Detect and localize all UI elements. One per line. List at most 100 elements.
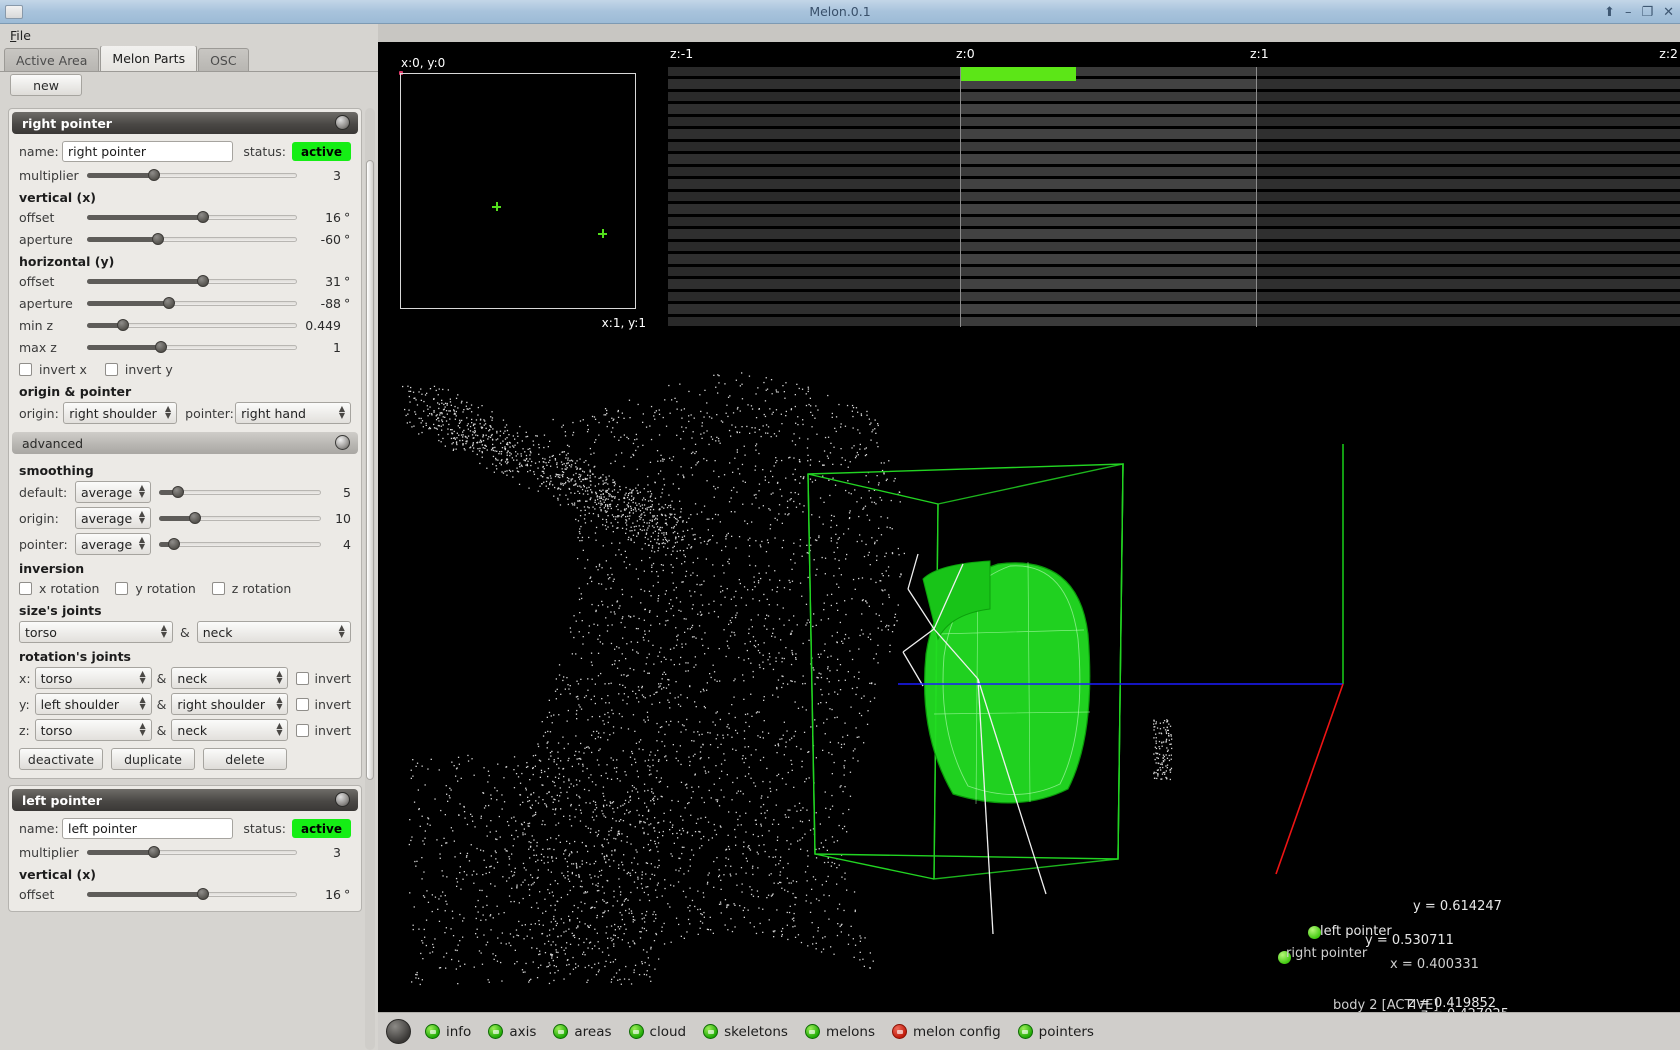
new-button[interactable]: new xyxy=(10,74,82,96)
smoothing-origin-slider[interactable] xyxy=(159,511,321,525)
spinner-arrows-icon[interactable]: ▲ ▼ xyxy=(276,722,282,737)
spinner-arrows-icon[interactable]: ▲ ▼ xyxy=(139,510,145,525)
close-icon[interactable]: ✕ xyxy=(1663,6,1674,19)
duplicate-button[interactable]: duplicate xyxy=(111,748,195,770)
maximize-icon[interactable]: ❐ xyxy=(1641,6,1653,19)
vertical-offset-label: offset xyxy=(19,209,55,225)
spinner-arrows-icon[interactable]: ▲ ▼ xyxy=(161,624,167,639)
panel-toggle-knob-icon[interactable] xyxy=(335,115,350,130)
size-joints-row: torso ▲ ▼ & neck ▲ ▼ xyxy=(9,619,361,645)
vertical-aperture-slider[interactable] xyxy=(87,232,297,246)
max-z-slider[interactable] xyxy=(87,340,297,354)
z-tick-2: z:2 xyxy=(1659,46,1678,61)
horizontal-offset-slider[interactable] xyxy=(87,274,297,288)
toggle-cloud[interactable]: cloud xyxy=(628,1024,686,1040)
shade-up-icon[interactable]: ⬆ xyxy=(1604,6,1615,19)
toggle-info[interactable]: info xyxy=(425,1024,471,1040)
view-3d-scene[interactable]: left pointer right pointer y = 0.614247 … xyxy=(378,334,1680,1012)
toggle-areas[interactable]: areas xyxy=(553,1024,612,1040)
rotation-z-joint-a-value: torso xyxy=(40,722,73,738)
horizontal-aperture-slider[interactable] xyxy=(87,296,297,310)
smoothing-pointer-select[interactable]: average ▲ ▼ xyxy=(75,533,151,555)
smoothing-pointer-amount: 4 xyxy=(343,536,351,552)
smoothing-origin-row: origin: average ▲ ▼ 10 xyxy=(9,505,361,531)
smoothing-origin-select[interactable]: average ▲ ▼ xyxy=(75,507,151,529)
min-z-slider[interactable] xyxy=(87,318,297,332)
toggle-axis[interactable]: axis xyxy=(488,1024,536,1040)
delete-button[interactable]: delete xyxy=(203,748,287,770)
rotation-y-invert-checkbox[interactable] xyxy=(296,697,310,711)
spinner-arrows-icon[interactable]: ▲ ▼ xyxy=(276,670,282,685)
pointer-select[interactable]: right hand ▲ ▼ xyxy=(235,402,351,424)
toggle-pointers[interactable]: pointers xyxy=(1017,1024,1094,1040)
spinner-arrows-icon[interactable]: ▲ ▼ xyxy=(139,696,145,711)
axis-z xyxy=(1275,683,1344,875)
origin-select[interactable]: right shoulder ▲ ▼ xyxy=(63,402,178,424)
z-region-minus1 xyxy=(668,67,960,327)
panel-toggle-knob-icon[interactable] xyxy=(335,792,350,807)
tab-osc[interactable]: OSC xyxy=(198,48,249,71)
view-2d-pointer-map[interactable]: x:0, y:0 x:1, y:1 xyxy=(378,42,668,332)
rotation-z-joint-b-select[interactable]: neck ▲ ▼ xyxy=(171,719,289,741)
z-rotation-checkbox[interactable] xyxy=(211,581,225,595)
spinner-arrows-icon[interactable]: ▲ ▼ xyxy=(139,670,145,685)
name-input[interactable]: right pointer xyxy=(61,141,234,162)
rotation-x-joint-b-select[interactable]: neck ▲ ▼ xyxy=(171,667,289,689)
vertical-offset-slider[interactable] xyxy=(87,210,297,224)
tab-melon-parts[interactable]: Melon Parts xyxy=(100,46,198,71)
panel-scrollbar-thumb[interactable] xyxy=(366,160,374,780)
rotation-z-invert-checkbox[interactable] xyxy=(296,723,310,737)
rotation-y-joint-b-value: right shoulder xyxy=(177,696,265,712)
spinner-arrows-icon[interactable]: ▲ ▼ xyxy=(339,405,345,420)
spinner-arrows-icon[interactable]: ▲ ▼ xyxy=(139,536,145,551)
vertical-offset-slider[interactable] xyxy=(87,887,297,901)
view-2d-marker-right[interactable] xyxy=(598,229,607,238)
ampersand-label: & xyxy=(156,670,167,686)
viewport-settings-knob-icon[interactable] xyxy=(386,1019,411,1044)
smoothing-default-slider[interactable] xyxy=(159,485,321,499)
minimize-icon[interactable]: – xyxy=(1625,6,1632,19)
view-2d-marker-left[interactable] xyxy=(492,202,501,211)
size-joint-a-select[interactable]: torso ▲ ▼ xyxy=(19,621,173,643)
vertical-offset-row: offset 16 ° xyxy=(9,206,361,228)
advanced-subpanel-header[interactable]: advanced xyxy=(12,432,358,454)
spinner-arrows-icon[interactable]: ▲ ▼ xyxy=(139,722,145,737)
new-button-row: new xyxy=(0,74,378,104)
multiplier-slider[interactable] xyxy=(87,845,297,859)
vertical-offset-value: 16 xyxy=(325,886,341,902)
spinner-arrows-icon[interactable]: ▲ ▼ xyxy=(339,624,345,639)
size-joint-b-select[interactable]: neck ▲ ▼ xyxy=(196,621,351,643)
toggle-melon-config[interactable]: melon config xyxy=(892,1024,1001,1040)
rotation-z-joint-a-select[interactable]: torso ▲ ▼ xyxy=(34,719,152,741)
advanced-toggle-knob-icon[interactable] xyxy=(335,435,350,450)
spinner-arrows-icon[interactable]: ▲ ▼ xyxy=(165,405,171,420)
toggle-skeletons[interactable]: skeletons xyxy=(703,1024,788,1040)
panel-scroll-area: right pointer name: right pointer status… xyxy=(4,108,378,1050)
y-rotation-checkbox[interactable] xyxy=(115,581,129,595)
smoothing-default-select[interactable]: average ▲ ▼ xyxy=(75,481,151,503)
rotation-x-joint-a-select[interactable]: torso ▲ ▼ xyxy=(34,667,152,689)
tab-active-area[interactable]: Active Area xyxy=(4,48,100,71)
rotation-y-joint-a-select[interactable]: left shoulder ▲ ▼ xyxy=(34,693,152,715)
invert-x-checkbox[interactable] xyxy=(19,362,32,376)
spinner-arrows-icon[interactable]: ▲ ▼ xyxy=(139,484,145,499)
ampersand-label: & xyxy=(156,696,167,712)
rotation-y-joint-b-select[interactable]: right shoulder ▲ ▼ xyxy=(171,693,289,715)
deactivate-button[interactable]: deactivate xyxy=(19,748,103,770)
panel-header-right-pointer[interactable]: right pointer xyxy=(12,112,358,134)
x-rotation-checkbox[interactable] xyxy=(19,581,32,595)
smoothing-pointer-slider[interactable] xyxy=(159,537,321,551)
inversion-section-header: inversion xyxy=(19,561,85,576)
z-depth-ruler[interactable]: z:-1 z:0 z:1 z:2 xyxy=(668,42,1680,332)
toggle-melons[interactable]: melons xyxy=(804,1024,875,1040)
multiplier-slider[interactable] xyxy=(87,168,297,182)
spinner-arrows-icon[interactable]: ▲ ▼ xyxy=(276,696,282,711)
panel-header-left-pointer[interactable]: left pointer xyxy=(12,789,358,811)
name-input[interactable]: left pointer xyxy=(61,818,234,839)
window-controls[interactable]: ⬆ – ❐ ✕ xyxy=(1604,0,1674,24)
panel-scrollbar[interactable] xyxy=(365,108,375,1050)
origin-pointer-section-header: origin & pointer xyxy=(19,384,132,399)
menu-item-file[interactable]: File xyxy=(0,26,41,45)
invert-y-checkbox[interactable] xyxy=(104,362,118,376)
rotation-x-invert-checkbox[interactable] xyxy=(296,671,310,685)
